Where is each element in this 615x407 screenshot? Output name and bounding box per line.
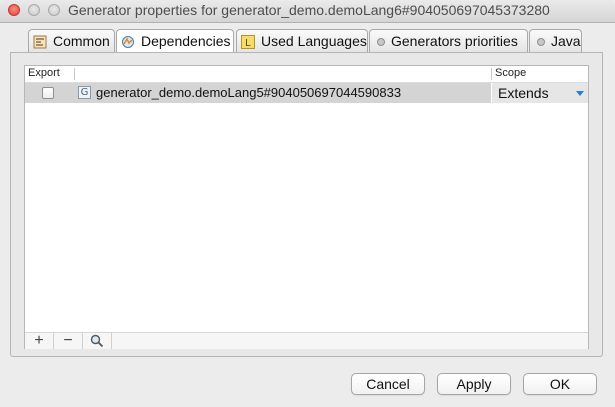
tab-common[interactable]: Common — [28, 29, 115, 53]
table-row[interactable]: G generator_demo.demoLang5#9040506970445… — [25, 83, 588, 103]
language-L-icon: L — [241, 35, 255, 49]
bullet-icon — [377, 38, 385, 46]
dependencies-panel: Export Scope G generator_demo.demoLang5#… — [10, 52, 603, 357]
tab-label: Dependencies — [141, 33, 231, 49]
remove-button[interactable]: − — [54, 333, 83, 349]
add-button[interactable]: + — [25, 333, 54, 349]
search-icon — [90, 334, 104, 348]
column-header-scope[interactable]: Scope — [495, 67, 526, 79]
zoom-window-button[interactable] — [48, 4, 60, 16]
chevron-down-icon[interactable] — [576, 91, 584, 96]
tab-label: Used Languages — [261, 33, 367, 49]
scope-dropdown[interactable]: Extends — [492, 83, 588, 103]
tab-label: Java — [551, 33, 581, 49]
title-bar: Generator properties for generator_demo.… — [0, 0, 615, 23]
tab-java[interactable]: Java — [529, 29, 582, 53]
svg-text:L: L — [245, 38, 251, 49]
window-title: Generator properties for generator_demo.… — [68, 2, 550, 18]
column-divider[interactable] — [491, 68, 492, 80]
column-divider[interactable] — [74, 68, 75, 80]
apply-button[interactable]: Apply — [437, 373, 511, 395]
generator-G-icon: G — [78, 86, 91, 99]
dependency-name: generator_demo.demoLang5#904050697044590… — [96, 85, 402, 100]
bullet-icon — [537, 38, 545, 46]
dependencies-icon — [122, 36, 134, 48]
table-header: Export Scope — [25, 66, 588, 83]
tab-dependencies[interactable]: Dependencies — [116, 29, 234, 54]
dependencies-table: Export Scope G generator_demo.demoLang5#… — [24, 65, 589, 349]
ok-button[interactable]: OK — [523, 373, 597, 395]
dialog-window: Generator properties for generator_demo.… — [0, 0, 615, 407]
tab-used-languages[interactable]: L Used Languages — [236, 29, 368, 53]
scope-value: Extends — [498, 85, 549, 101]
minimize-window-button[interactable] — [28, 4, 40, 16]
column-header-export[interactable]: Export — [28, 67, 60, 79]
tab-generators-priorities[interactable]: Generators priorities — [369, 29, 528, 53]
find-button[interactable] — [83, 333, 112, 349]
table-toolbar: + − — [25, 332, 588, 349]
export-checkbox[interactable] — [42, 87, 54, 99]
common-settings-icon — [33, 35, 47, 49]
tab-label: Generators priorities — [391, 33, 518, 49]
cancel-button[interactable]: Cancel — [351, 373, 425, 395]
tab-label: Common — [53, 33, 110, 49]
close-window-button[interactable] — [8, 4, 20, 16]
